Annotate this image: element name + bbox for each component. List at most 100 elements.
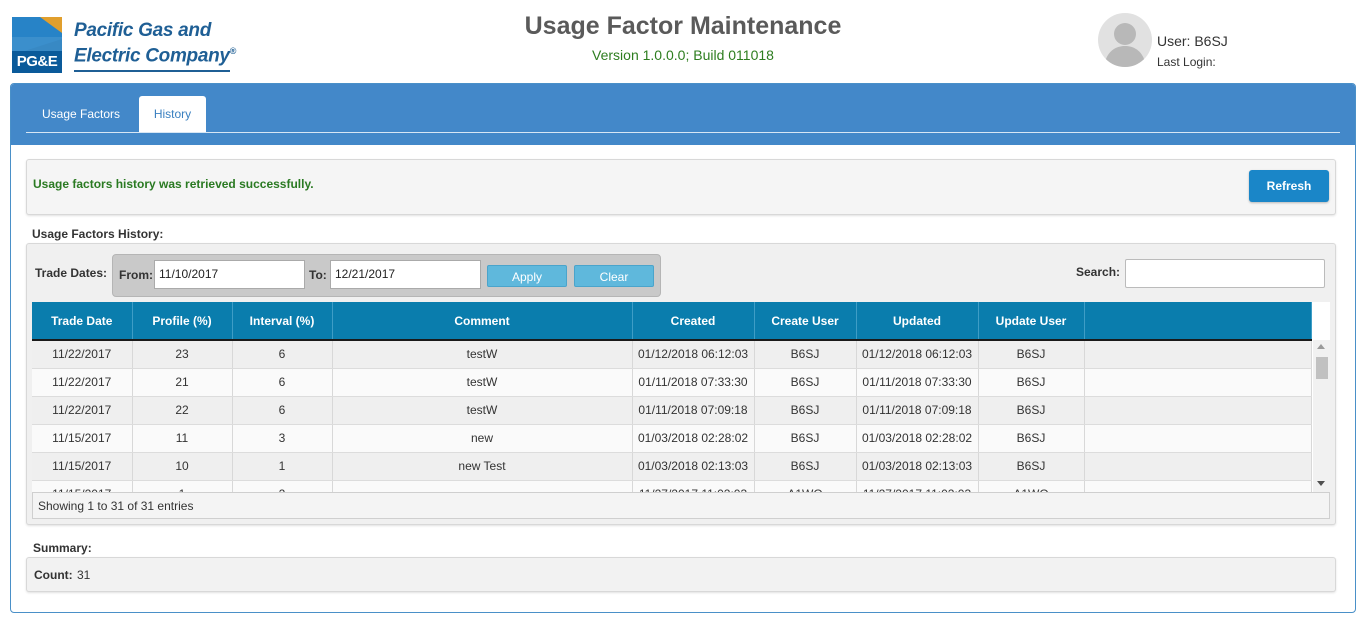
date-filter-group: From: 11/10/2017 To: 12/21/2017 Apply Cl…	[112, 254, 661, 297]
table-body: 11/22/2017 23 6 testW 01/12/2018 06:12:03 B6S…	[32, 339, 1312, 492]
cell-update-user: B6SJ	[978, 368, 1085, 397]
col-interval[interactable]: Interval (%)	[232, 302, 333, 340]
cell-trade-date: 11/22/2017	[32, 368, 133, 397]
status-message: Usage factors history was retrieved succ…	[33, 177, 314, 191]
cell-create-user: B6SJ	[754, 368, 857, 397]
tab-bar: Usage Factors History	[11, 84, 1355, 145]
cell-update-user: B6SJ	[978, 339, 1085, 369]
summary-box: Count: 31	[26, 557, 1336, 592]
table-row[interactable]: 11/15/2017 11 3 new 01/03/2018 02:28:02 B6SJ 0…	[32, 424, 1312, 453]
table-row[interactable]: 11/22/2017 21 6 testW 01/11/2018 07:33:30 B6S…	[32, 368, 1312, 397]
tab-usage-factors[interactable]: Usage Factors	[26, 96, 136, 133]
col-updated[interactable]: Updated	[856, 302, 979, 340]
col-created[interactable]: Created	[632, 302, 755, 340]
status-message-box: Usage factors history was retrieved succ…	[26, 159, 1336, 215]
scroll-thumb[interactable]	[1316, 357, 1328, 379]
cell-updated: 01/11/2018 07:09:18	[856, 396, 979, 425]
search-label: Search:	[1076, 265, 1121, 279]
cell-update-user: A1WO	[978, 480, 1085, 492]
history-table: Trade Date Profile (%) Interval (%) Comm…	[32, 302, 1312, 492]
cell-update-user: B6SJ	[978, 452, 1085, 481]
cell-extra	[1084, 424, 1312, 453]
count-label: Count:	[34, 568, 73, 582]
cell-extra	[1084, 452, 1312, 481]
cell-interval: 3	[232, 424, 333, 453]
cell-profile: 22	[132, 396, 233, 425]
cell-extra	[1084, 339, 1312, 369]
company-underline	[74, 70, 230, 72]
cell-updated: 01/03/2018 02:13:03	[856, 452, 979, 481]
cell-create-user: A1WO	[754, 480, 857, 492]
col-profile[interactable]: Profile (%)	[132, 302, 233, 340]
cell-interval: 6	[232, 339, 333, 369]
table-info: Showing 1 to 31 of 31 entries	[38, 499, 194, 513]
cell-comment: new Test	[332, 452, 633, 481]
cell-extra	[1084, 368, 1312, 397]
cell-trade-date: 11/15/2017	[32, 480, 133, 492]
history-box: Trade Dates: From: 11/10/2017 To: 12/21/…	[26, 243, 1336, 525]
table-header-row: Trade Date Profile (%) Interval (%) Comm…	[32, 302, 1312, 340]
cell-profile: 1	[132, 480, 233, 492]
col-trade-date[interactable]: Trade Date	[32, 302, 133, 340]
history-section-label: Usage Factors History:	[32, 227, 164, 241]
from-label: From:	[119, 268, 153, 282]
refresh-button[interactable]: Refresh	[1249, 170, 1329, 202]
tab-history[interactable]: History	[139, 96, 206, 133]
main-panel: Usage Factors History Usage factors hist…	[10, 83, 1356, 613]
cell-extra	[1084, 480, 1312, 492]
table-scrollbar[interactable]	[1313, 340, 1330, 492]
cell-interval: 6	[232, 368, 333, 397]
cell-created: 01/11/2018 07:33:30	[632, 368, 755, 397]
cell-updated: 01/12/2018 06:12:03	[856, 339, 979, 369]
tab-bar-divider	[26, 132, 1340, 133]
cell-extra	[1084, 396, 1312, 425]
user-avatar-icon	[1098, 13, 1152, 67]
cell-create-user: B6SJ	[754, 396, 857, 425]
cell-trade-date: 11/15/2017	[32, 424, 133, 453]
user-label: User: B6SJ	[1157, 33, 1228, 49]
cell-create-user: B6SJ	[754, 452, 857, 481]
trade-dates-label: Trade Dates:	[35, 266, 108, 280]
col-extra	[1084, 302, 1312, 340]
cell-comment	[332, 480, 633, 492]
cell-create-user: B6SJ	[754, 339, 857, 369]
cell-created: 01/12/2018 06:12:03	[632, 339, 755, 369]
cell-trade-date: 11/22/2017	[32, 396, 133, 425]
table-info-bar: Showing 1 to 31 of 31 entries	[32, 492, 1330, 519]
cell-trade-date: 11/22/2017	[32, 339, 133, 369]
cell-profile: 11	[132, 424, 233, 453]
scroll-up-icon[interactable]	[1317, 344, 1325, 349]
cell-profile: 23	[132, 339, 233, 369]
table-row[interactable]: 11/15/2017 10 1 new Test 01/03/2018 02:13:03…	[32, 452, 1312, 481]
cell-profile: 10	[132, 452, 233, 481]
scroll-down-icon[interactable]	[1317, 481, 1325, 486]
cell-trade-date: 11/15/2017	[32, 452, 133, 481]
col-create-user[interactable]: Create User	[754, 302, 857, 340]
cell-create-user: B6SJ	[754, 424, 857, 453]
from-date-input[interactable]: 11/10/2017	[154, 260, 305, 289]
cell-interval: 1	[232, 452, 333, 481]
cell-comment: testW	[332, 339, 633, 369]
cell-created: 01/03/2018 02:28:02	[632, 424, 755, 453]
cell-updated: 01/03/2018 02:28:02	[856, 424, 979, 453]
apply-button[interactable]: Apply	[487, 265, 567, 287]
count-value: 31	[77, 568, 91, 582]
cell-updated: 01/11/2018 07:33:30	[856, 368, 979, 397]
table-row[interactable]: 11/22/2017 22 6 testW 01/11/2018 07:09:18 B6S…	[32, 396, 1312, 425]
cell-interval: 6	[232, 396, 333, 425]
summary-section-label: Summary:	[33, 541, 92, 555]
col-comment[interactable]: Comment	[332, 302, 633, 340]
col-update-user[interactable]: Update User	[978, 302, 1085, 340]
to-label: To:	[309, 268, 327, 282]
cell-profile: 21	[132, 368, 233, 397]
last-login-label: Last Login:	[1157, 55, 1216, 69]
history-table-wrap: Trade Date Profile (%) Interval (%) Comm…	[32, 302, 1330, 492]
to-date-input[interactable]: 12/21/2017	[330, 260, 481, 289]
cell-update-user: B6SJ	[978, 424, 1085, 453]
clear-button[interactable]: Clear	[574, 265, 654, 287]
search-input[interactable]	[1125, 259, 1325, 288]
cell-updated: 11/27/2017 11:02:03	[856, 480, 979, 492]
table-row[interactable]: 11/15/20171211/27/2017 11:02:03A1WO11/27…	[32, 480, 1312, 492]
cell-created: 01/11/2018 07:09:18	[632, 396, 755, 425]
table-row[interactable]: 11/22/2017 23 6 testW 01/12/2018 06:12:03 B6S…	[32, 339, 1312, 369]
